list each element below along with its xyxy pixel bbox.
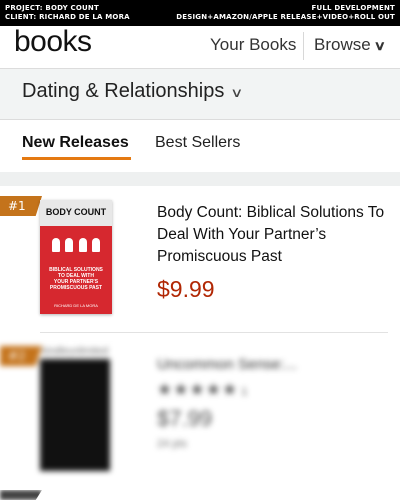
banner-project: PROJECT: BODY COUNT [5, 4, 99, 12]
book-price: $9.99 [157, 276, 215, 302]
book-title-link[interactable]: Uncommon Sense:... [157, 356, 297, 373]
list-tabs: New Releases Best Sellers [0, 120, 400, 172]
banner-client: CLIENT: RICHARD DE LA MORA [5, 13, 130, 21]
cover-subtitle: BIBLICAL SOLUTIONS TO DEAL WITH YOUR PAR… [43, 267, 109, 291]
book-cover-image[interactable]: BODY COUNT BIBLICAL SOLUTIONS TO DEAL WI… [40, 200, 112, 314]
kindle-unlimited-badge: kindleunlimited [42, 346, 109, 357]
cover-author: RICHARD DE LA MORA [54, 303, 98, 308]
cover-subtitle-line: PROMISCUOUS PAST [49, 285, 103, 291]
books-logo[interactable]: books [14, 25, 92, 59]
rank-badge [0, 490, 42, 500]
project-banner: PROJECT: BODY COUNT CLIENT: RICHARD DE L… [0, 0, 400, 26]
list-item[interactable]: #1 BODY COUNT BIBLICAL SOLUTIONS TO DEAL… [0, 186, 400, 331]
your-books-link[interactable]: Your Books [210, 35, 296, 55]
book-cover-image[interactable] [40, 359, 110, 471]
section-divider [0, 172, 400, 186]
banner-scope-title: FULL DEVELOPMENT [311, 4, 395, 12]
list-item[interactable] [0, 490, 400, 500]
rating-count: 1 [241, 386, 249, 398]
chevron-down-icon: ∨ [373, 38, 386, 53]
item-divider [40, 332, 388, 333]
category-selector[interactable]: Dating & Relationships ∨ [0, 69, 400, 120]
tab-best-sellers[interactable]: Best Sellers [155, 134, 240, 152]
list-item[interactable]: #2 kindleunlimited Uncommon Sense:... ★★… [0, 342, 400, 482]
browse-label: Browse [314, 35, 371, 54]
nav-divider [303, 32, 304, 60]
chevron-down-icon: ∨ [230, 85, 244, 100]
top-navigation-bar: books Your Books Browse ∨ [0, 25, 400, 69]
book-price: $7.99 [157, 406, 213, 431]
book-title-link[interactable]: Body Count: Biblical Solutions To Deal W… [157, 202, 389, 268]
rating-stars: ★★★★★ 1 [157, 380, 249, 399]
book-meta: 24 pts [157, 438, 187, 450]
browse-menu-button[interactable]: Browse ∨ [314, 35, 386, 55]
category-label: Dating & Relationships [22, 80, 225, 102]
banner-scope-detail: DESIGN+AMAZON/APPLE RELEASE+VIDEO+ROLL O… [176, 13, 395, 21]
rank-badge: #2 [0, 346, 42, 366]
rank-badge: #1 [0, 196, 42, 216]
tab-new-releases[interactable]: New Releases [22, 134, 131, 160]
cover-title: BODY COUNT [45, 207, 107, 217]
cover-figures-icon [52, 238, 100, 252]
